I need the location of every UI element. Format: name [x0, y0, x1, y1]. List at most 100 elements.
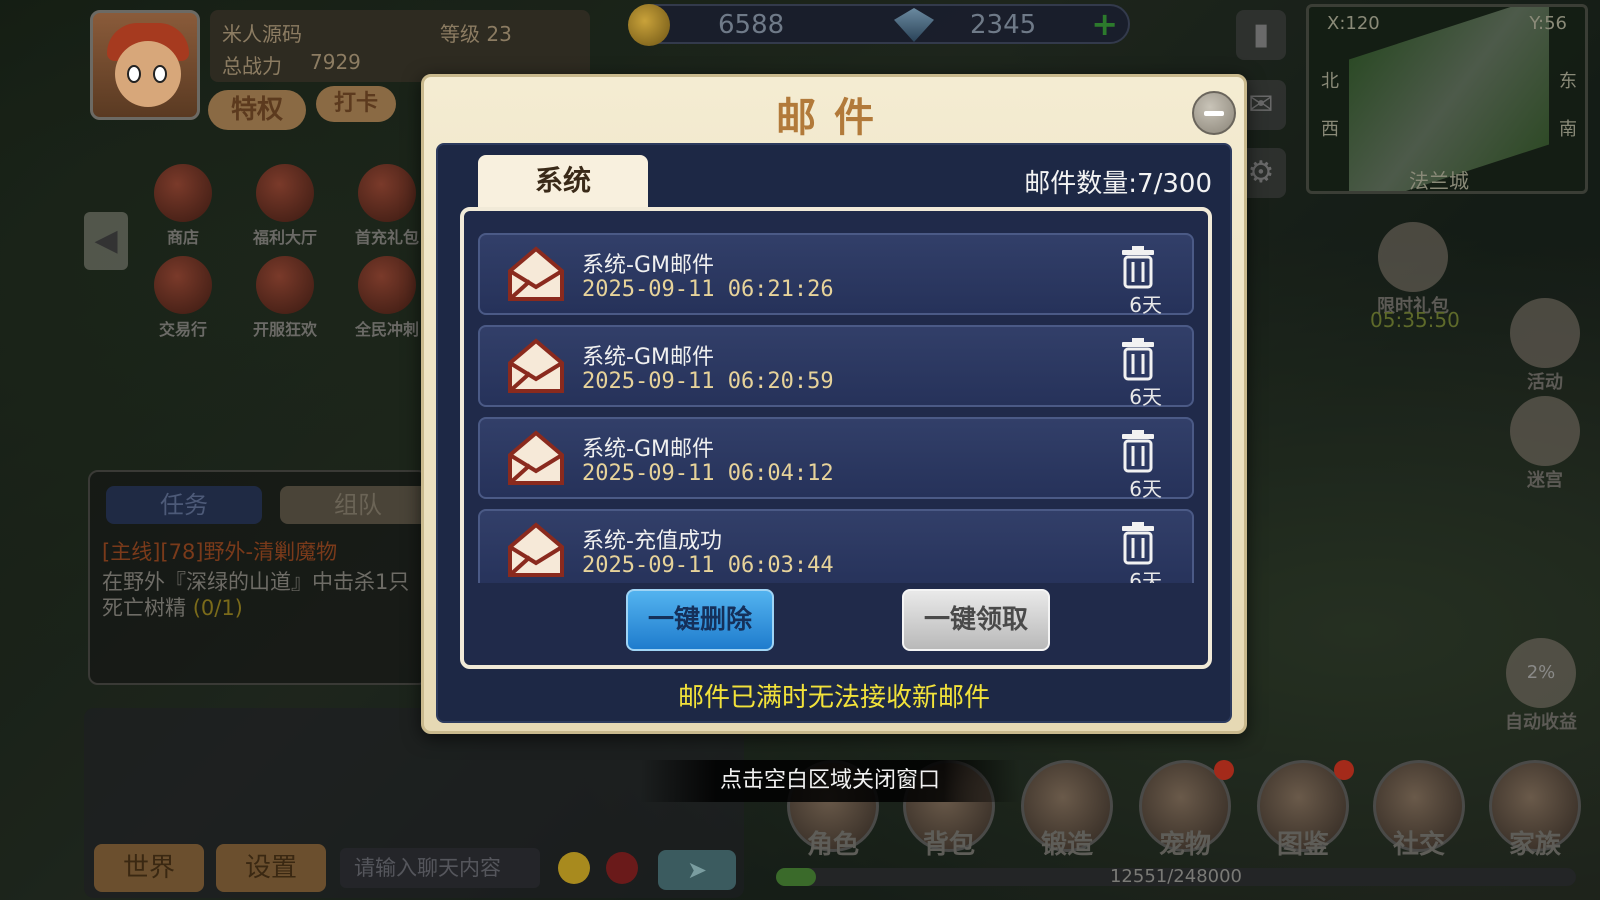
- carnival-label: 开服狂欢: [252, 320, 317, 339]
- sprint-icon: [358, 256, 416, 314]
- gold-value: 6588: [718, 10, 785, 40]
- world-channel-button[interactable]: 世界: [94, 844, 204, 892]
- quest-title[interactable]: [主线][78]野外-清剿魔物: [102, 536, 337, 566]
- mail-title: 系统-GM邮件: [582, 253, 714, 278]
- minimap-south: 南: [1559, 119, 1577, 140]
- player-name: 米人源码: [222, 22, 302, 46]
- welfare-icon: [256, 164, 314, 222]
- chat-input[interactable]: 请输入聊天内容: [340, 848, 540, 888]
- send-plane-icon: ➤: [686, 856, 708, 884]
- privilege-button[interactable]: 特权: [208, 90, 306, 130]
- mail-item[interactable]: 系统-GM邮件 2025-09-11 06:04:12 6天: [478, 417, 1194, 501]
- mail-title: 系统-GM邮件: [582, 345, 714, 370]
- limited-gift-button[interactable]: 限时礼包: [1368, 222, 1458, 318]
- trash-icon[interactable]: [1120, 521, 1156, 565]
- mail-body: 系统 邮件数量:7/300 系统-GM邮件 2025-09-11 06:21:2…: [436, 143, 1232, 723]
- minimap-x: X:120: [1327, 13, 1380, 34]
- delete-all-button[interactable]: 一键删除: [626, 589, 774, 651]
- mail-count: 邮件数量:7/300: [1024, 169, 1212, 199]
- activity-button[interactable]: 活动: [1500, 298, 1590, 394]
- power-value: 7929: [310, 50, 361, 74]
- minimap-y: Y:56: [1529, 13, 1567, 34]
- maze-icon: [1510, 396, 1580, 466]
- power-label: 总战力: [222, 54, 282, 78]
- player-level: 等级 23: [440, 22, 512, 46]
- voice-icon[interactable]: [606, 852, 638, 884]
- envelope-icon: [508, 338, 564, 393]
- envelope-icon: [508, 246, 564, 301]
- shop-label: 商店: [166, 228, 199, 247]
- carnival-icon: [256, 256, 314, 314]
- send-button[interactable]: ➤: [658, 850, 736, 890]
- mail-item[interactable]: 系统-充值成功 2025-09-11 06:03:44 6天: [478, 509, 1194, 583]
- diamond-icon: [894, 8, 934, 42]
- tab-team[interactable]: 组队: [280, 486, 436, 524]
- player-avatar[interactable]: [90, 10, 200, 120]
- mail-item[interactable]: 系统-GM邮件 2025-09-11 06:20:59 6天: [478, 325, 1194, 409]
- minimap[interactable]: X:120 Y:56 北 东 西 南 法兰城: [1306, 4, 1588, 194]
- mail-date: 2025-09-11 06:20:59: [582, 369, 834, 394]
- gift-box-icon: [1378, 222, 1448, 292]
- forge-label: 锻造: [1040, 830, 1093, 860]
- gold-coin-icon: [628, 4, 670, 46]
- dialog-title: 邮件: [776, 95, 892, 141]
- mail-dialog: 邮件 系统 邮件数量:7/300 系统-GM邮件 2025-09-11 06:2…: [421, 74, 1247, 734]
- sprint-label: 全民冲刺: [354, 320, 419, 339]
- social-label: 社交: [1392, 830, 1445, 860]
- minimap-north: 北: [1321, 71, 1339, 92]
- quest-desc-line2: 死亡树精 (0/1): [102, 592, 243, 622]
- diamond-value: 2345: [970, 10, 1037, 40]
- mail-list[interactable]: 系统-GM邮件 2025-09-11 06:21:26 6天 系统-GM邮件 2…: [478, 233, 1194, 583]
- family-label: 家族: [1508, 830, 1561, 860]
- checkin-button[interactable]: 打卡: [316, 86, 396, 122]
- minimap-city: 法兰城: [1409, 169, 1469, 193]
- mail-date: 2025-09-11 06:03:44: [582, 553, 834, 578]
- mail-title: 系统-充值成功: [582, 529, 722, 554]
- tab-task[interactable]: 任务: [106, 486, 262, 524]
- quest-target: 死亡树精: [102, 596, 186, 620]
- sprint-button[interactable]: 全民冲刺: [342, 256, 432, 340]
- maze-button[interactable]: 迷宫: [1500, 396, 1590, 492]
- recharge-plus-icon[interactable]: +: [1091, 8, 1118, 40]
- shop-icon: [154, 164, 212, 222]
- collapse-left-arrow-icon[interactable]: ◀: [84, 212, 128, 270]
- expire-days: 6天: [1129, 293, 1162, 317]
- exp-text: 12551/248000: [1109, 866, 1243, 887]
- first-charge-button[interactable]: 首充礼包: [342, 164, 432, 248]
- notification-dot: [1214, 760, 1234, 780]
- chat-settings-button[interactable]: 设置: [216, 844, 326, 892]
- trash-icon[interactable]: [1120, 245, 1156, 289]
- mail-item[interactable]: 系统-GM邮件 2025-09-11 06:21:26 6天: [478, 233, 1194, 317]
- trade-button[interactable]: 交易行: [138, 256, 228, 340]
- mailbox-full-note: 邮件已满时无法接收新邮件: [677, 683, 990, 713]
- claim-all-button[interactable]: 一键领取: [902, 589, 1050, 651]
- mail-date: 2025-09-11 06:04:12: [582, 461, 834, 486]
- emoji-icon[interactable]: [558, 852, 590, 884]
- trade-label: 交易行: [158, 320, 207, 339]
- pet-label: 宠物: [1158, 830, 1211, 860]
- gift-timer: 05:35:50: [1370, 308, 1460, 332]
- ranking-icon[interactable]: ▮: [1236, 10, 1286, 60]
- tab-system[interactable]: 系统: [478, 155, 648, 207]
- minimap-east: 东: [1559, 71, 1577, 92]
- minimap-west: 西: [1321, 119, 1339, 140]
- close-hint: 点击空白区域关闭窗口: [640, 760, 1020, 802]
- notification-dot: [1334, 760, 1354, 780]
- mail-title: 系统-GM邮件: [582, 437, 714, 462]
- trash-icon[interactable]: [1120, 429, 1156, 473]
- character-label: 角色: [806, 830, 859, 860]
- maze-label: 迷宫: [1527, 470, 1563, 491]
- mail-date: 2025-09-11 06:21:26: [582, 277, 834, 302]
- auto-income-percent: 2%: [1526, 662, 1556, 683]
- shop-button[interactable]: 商店: [138, 164, 228, 248]
- carnival-button[interactable]: 开服狂欢: [240, 256, 330, 340]
- trash-icon[interactable]: [1120, 337, 1156, 381]
- welfare-button[interactable]: 福利大厅: [240, 164, 330, 248]
- backpack-label: 背包: [922, 830, 975, 860]
- close-minus-icon[interactable]: [1192, 91, 1236, 135]
- first-charge-label: 首充礼包: [354, 228, 419, 247]
- auto-income-label: 自动收益: [1505, 712, 1577, 733]
- first-charge-icon: [358, 164, 416, 222]
- mail-list-frame: 系统-GM邮件 2025-09-11 06:21:26 6天 系统-GM邮件 2…: [460, 207, 1212, 669]
- auto-income-button[interactable]: 2% 自动收益: [1496, 638, 1586, 734]
